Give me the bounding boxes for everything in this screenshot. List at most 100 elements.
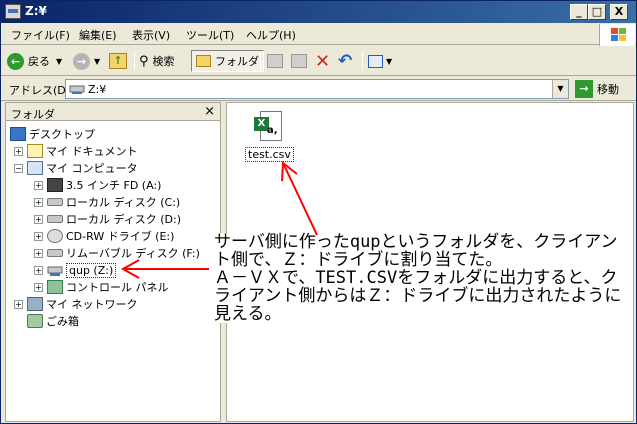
address-bar: アドレス(D) Z:¥ ▼ → 移動	[1, 77, 636, 101]
move-to-button[interactable]	[267, 50, 283, 72]
tree-item-label: コントロール パネル	[66, 281, 169, 294]
expand-icon[interactable]: +	[34, 282, 43, 292]
folder-pane: フォルダ × デスクトップ + マイ ドキュメント − マイ コンピュータ + …	[5, 102, 221, 422]
explorer-window: Z:¥ _ □ X ファイル(F) 編集(E) 表示(V) ツール(T) ヘルプ…	[0, 0, 637, 424]
move-to-icon	[267, 54, 283, 68]
tree-item-desktop[interactable]: デスクトップ	[10, 126, 95, 142]
undo-icon: ↶	[338, 51, 353, 71]
menu-help[interactable]: ヘルプ(H)	[246, 27, 296, 43]
back-dropdown-icon[interactable]: ▼	[56, 57, 62, 66]
collapse-icon[interactable]: −	[14, 163, 23, 173]
up-folder-icon: ↑	[109, 53, 127, 69]
copy-to-icon	[291, 54, 307, 68]
tree-item-control-panel[interactable]: + コントロール パネル	[34, 279, 169, 295]
menu-edit[interactable]: 編集(E)	[79, 27, 117, 43]
menu-tools[interactable]: ツール(T)	[186, 27, 234, 43]
expand-icon[interactable]: +	[34, 265, 43, 275]
address-label: アドレス(D)	[9, 84, 71, 97]
tree-item-recycle-bin[interactable]: ごみ箱	[27, 313, 79, 329]
tree-item-removable-disk[interactable]: + リムーバブル ディスク (F:)	[34, 245, 200, 261]
go-button[interactable]: → 移動	[575, 80, 619, 98]
my-computer-icon	[27, 161, 43, 175]
expand-icon[interactable]: +	[34, 180, 43, 190]
folders-button[interactable]: フォルダ	[191, 50, 264, 72]
back-label: 戻る	[28, 55, 50, 68]
file-name: test.csv	[245, 147, 294, 162]
forward-button[interactable]: → ▼	[73, 50, 100, 72]
toolbar-separator	[362, 52, 363, 70]
tree-item-label: マイ ドキュメント	[46, 145, 138, 158]
folder-icon	[196, 55, 211, 67]
menu-bar: ファイル(F) 編集(E) 表示(V) ツール(T) ヘルプ(H)	[1, 23, 636, 45]
window-title: Z:¥	[25, 4, 47, 18]
tree-item-my-computer[interactable]: − マイ コンピュータ	[14, 160, 138, 176]
menu-view[interactable]: 表示(V)	[132, 27, 170, 43]
search-icon: ⚲	[139, 53, 149, 69]
delete-button[interactable]: ✕	[315, 50, 330, 72]
maximize-button[interactable]: □	[588, 4, 606, 20]
tree-item-label: ごみ箱	[46, 315, 79, 328]
forward-arrow-icon: →	[73, 52, 90, 70]
expand-icon[interactable]: +	[34, 197, 43, 207]
expand-icon[interactable]: +	[14, 146, 23, 156]
desktop-icon	[10, 127, 26, 141]
views-button[interactable]: ▼	[368, 50, 392, 72]
delete-x-icon: ✕	[315, 50, 331, 72]
tree-item-cd-drive[interactable]: + CD-RW ドライブ (E:)	[34, 228, 174, 244]
annotation-text: サーバ側に作ったqupというフォルダを、クライアント側で、Ｚ：ドライブに割り当て…	[214, 233, 624, 323]
windows-logo-icon	[599, 24, 635, 46]
tree-item-floppy[interactable]: + 3.5 インチ FD (A:)	[34, 177, 161, 193]
search-button[interactable]: ⚲ 検索	[139, 50, 175, 72]
copy-to-button[interactable]	[291, 50, 307, 72]
back-arrow-icon: ←	[7, 52, 24, 70]
removable-disk-icon	[47, 249, 63, 257]
folders-label: フォルダ	[215, 55, 259, 68]
tree-item-my-network[interactable]: + マイ ネットワーク	[14, 296, 138, 312]
toolbar-separator	[260, 52, 261, 70]
tree-item-local-disk-d[interactable]: + ローカル ディスク (D:)	[34, 211, 181, 227]
control-panel-icon	[47, 280, 63, 294]
menu-file[interactable]: ファイル(F)	[11, 27, 70, 43]
tree-item-label: ローカル ディスク (C:)	[66, 196, 181, 209]
network-drive-icon	[69, 83, 85, 95]
address-input[interactable]: Z:¥ ▼	[65, 79, 569, 99]
tree-item-label: 3.5 インチ FD (A:)	[66, 179, 162, 192]
expand-icon[interactable]: +	[14, 299, 23, 309]
go-label: 移動	[597, 83, 619, 96]
tree-item-label: ローカル ディスク (D:)	[66, 213, 181, 226]
title-bar[interactable]: Z:¥ _ □ X	[1, 1, 636, 23]
search-label: 検索	[152, 55, 175, 68]
address-dropdown-icon[interactable]: ▼	[552, 80, 568, 98]
undo-button[interactable]: ↶	[338, 50, 352, 72]
address-value: Z:¥	[88, 83, 107, 96]
folder-pane-close-icon[interactable]: ×	[204, 104, 215, 119]
excel-csv-icon: X a,	[254, 111, 282, 143]
forward-dropdown-icon[interactable]: ▼	[94, 57, 100, 66]
expand-icon[interactable]: +	[34, 214, 43, 224]
tree-item-label: マイ コンピュータ	[46, 162, 138, 175]
tree-item-local-disk-c[interactable]: + ローカル ディスク (C:)	[34, 194, 180, 210]
minimize-button[interactable]: _	[570, 4, 588, 20]
close-button[interactable]: X	[610, 4, 628, 20]
folder-pane-title: フォルダ	[11, 108, 55, 121]
toolbar: ← 戻る ▼ → ▼ ↑ ⚲ 検索 フォルダ ✕ ↶ ▼	[1, 46, 636, 76]
my-network-icon	[27, 297, 43, 311]
tree-item-label: デスクトップ	[29, 128, 95, 141]
expand-icon[interactable]: +	[34, 248, 43, 258]
tree-item-my-documents[interactable]: + マイ ドキュメント	[14, 143, 138, 159]
tree-item-label: リムーバブル ディスク (F:)	[66, 247, 200, 260]
tree-item-label: CD-RW ドライブ (E:)	[66, 230, 175, 243]
tree-item-qup-drive[interactable]: + qup (Z:)	[34, 262, 117, 278]
toolbar-separator	[134, 52, 135, 70]
views-icon	[368, 54, 383, 68]
tree-item-label: マイ ネットワーク	[46, 298, 138, 311]
expand-icon[interactable]: +	[34, 231, 43, 241]
recycle-bin-icon	[27, 314, 43, 328]
cd-drive-icon	[47, 229, 63, 243]
hard-drive-icon	[47, 198, 63, 206]
back-button[interactable]: ← 戻る ▼	[7, 50, 62, 72]
folder-pane-header: フォルダ ×	[6, 103, 220, 121]
file-item-test-csv[interactable]: X a, test.csv	[245, 111, 294, 162]
up-button[interactable]: ↑	[109, 50, 127, 72]
go-arrow-icon: →	[575, 80, 593, 98]
